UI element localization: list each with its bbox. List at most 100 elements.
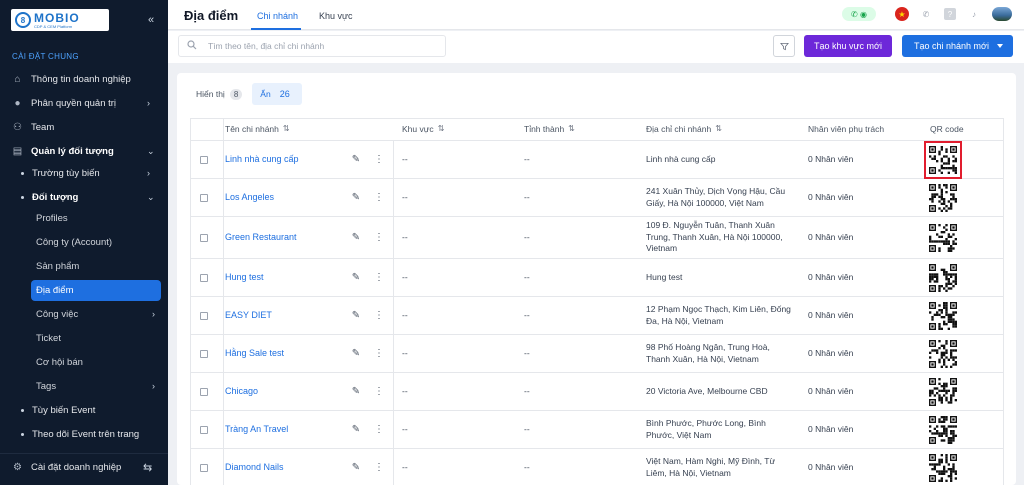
- column-header-name[interactable]: Tên chi nhánh ⇅: [225, 119, 290, 140]
- branch-name-link[interactable]: Hằng Sale test: [225, 347, 284, 359]
- qr-code[interactable]: [928, 263, 958, 293]
- create-branch-button[interactable]: Tạo chi nhánh mới: [902, 35, 1013, 57]
- sidebar-item-custom-event[interactable]: Tùy biến Event: [0, 399, 168, 421]
- more-vertical-icon[interactable]: ⋮: [372, 347, 386, 361]
- caret-down-icon[interactable]: [997, 44, 1003, 48]
- column-header-area[interactable]: Khu vực ⇅: [402, 119, 444, 140]
- pencil-icon[interactable]: ✎: [349, 153, 363, 167]
- filter-button[interactable]: [773, 35, 795, 57]
- qr-code-image: [929, 183, 957, 212]
- pencil-icon[interactable]: ✎: [349, 423, 363, 437]
- phone-icon[interactable]: ✆: [920, 7, 932, 21]
- sidebar-item-label: Trường tùy biến: [32, 167, 100, 179]
- sidebar-item-profiles[interactable]: Profiles: [0, 207, 168, 229]
- toggle-shown[interactable]: Hiển thị 8: [188, 83, 250, 105]
- sidebar-item-label: Quản lý đối tượng: [31, 145, 114, 157]
- sidebar-item-business-settings[interactable]: ⚙ Cài đặt doanh nghiệp ⇆: [0, 456, 168, 478]
- more-vertical-icon[interactable]: ⋮: [372, 423, 386, 437]
- sidebar-item-products[interactable]: Sản phẩm: [0, 255, 168, 277]
- more-vertical-icon[interactable]: ⋮: [372, 153, 386, 167]
- branch-name-cell: EASY DIET: [225, 297, 345, 334]
- qr-code[interactable]: [928, 453, 958, 483]
- phone-status-icon[interactable]: ✆ ◉: [842, 7, 876, 21]
- area-cell: --: [402, 191, 408, 202]
- sidebar-item-team[interactable]: ⚇ Team: [0, 116, 168, 138]
- column-divider: [223, 217, 224, 258]
- sidebar-item-ticket[interactable]: Ticket: [0, 327, 168, 349]
- qr-code[interactable]: [928, 223, 958, 253]
- branch-name-link[interactable]: Green Restaurant: [225, 231, 297, 243]
- row-checkbox[interactable]: [200, 349, 208, 358]
- pencil-icon[interactable]: ✎: [349, 347, 363, 361]
- tab-branches[interactable]: Chi nhánh: [257, 11, 298, 21]
- more-vertical-icon[interactable]: ⋮: [372, 191, 386, 205]
- pencil-icon[interactable]: ✎: [349, 191, 363, 205]
- sidebar-item-permissions[interactable]: ● Phân quyền quản trị ›: [0, 92, 168, 114]
- page-title: Địa điểm: [184, 8, 239, 23]
- bullet-icon: [21, 195, 24, 199]
- sidebar-item-custom-fields[interactable]: Trường tùy biến ›: [0, 162, 168, 184]
- pencil-icon[interactable]: ✎: [349, 309, 363, 323]
- sidebar-item-opportunities[interactable]: Cơ hội bán: [0, 351, 168, 373]
- sidebar-item-objects[interactable]: Đối tượng ⌄: [0, 186, 168, 208]
- row-checkbox[interactable]: [200, 193, 208, 202]
- tab-areas[interactable]: Khu vực: [319, 11, 353, 21]
- user-avatar[interactable]: [992, 7, 1012, 21]
- search-box: [178, 35, 446, 57]
- branch-name-link[interactable]: Diamond Nails: [225, 461, 284, 473]
- pencil-icon[interactable]: ✎: [349, 231, 363, 245]
- more-vertical-icon[interactable]: ⋮: [372, 231, 386, 245]
- more-vertical-icon[interactable]: ⋮: [372, 461, 386, 475]
- branch-name-link[interactable]: Los Angeles: [225, 191, 274, 203]
- search-input[interactable]: [208, 41, 438, 51]
- sidebar-item-tags[interactable]: Tags ›: [0, 375, 168, 397]
- column-header-province[interactable]: Tỉnh thành ⇅: [524, 119, 575, 140]
- create-area-button[interactable]: Tạo khu vực mới: [804, 35, 892, 57]
- province-cell: --: [524, 153, 530, 164]
- branch-name-link[interactable]: Hung test: [225, 271, 264, 283]
- row-checkbox[interactable]: [200, 311, 208, 320]
- pencil-icon[interactable]: ✎: [349, 385, 363, 399]
- gear-icon: ⚙: [13, 461, 22, 473]
- help-icon[interactable]: ?: [944, 8, 956, 20]
- more-vertical-icon[interactable]: ⋮: [372, 309, 386, 323]
- row-checkbox-cell: [200, 449, 208, 485]
- more-vertical-icon[interactable]: ⋮: [372, 271, 386, 285]
- sidebar-item-track-event[interactable]: Theo dõi Event trên trang: [0, 423, 168, 445]
- pencil-icon[interactable]: ✎: [349, 461, 363, 475]
- province-cell: --: [524, 347, 530, 358]
- row-checkbox[interactable]: [200, 463, 208, 472]
- mobio-logo[interactable]: 8 MOBIO CDP & CEM Platform: [11, 9, 109, 31]
- branch-name-link[interactable]: Linh nhà cung cấp: [225, 153, 299, 165]
- qr-code[interactable]: [928, 339, 958, 369]
- column-header-address[interactable]: Địa chỉ chi nhánh ⇅: [646, 119, 722, 140]
- sidebar-item-object-management[interactable]: ▤ Quản lý đối tượng ⌄: [0, 140, 168, 162]
- pencil-icon[interactable]: ✎: [349, 271, 363, 285]
- collapse-sidebar-icon[interactable]: «: [148, 14, 154, 26]
- sidebar-item-company[interactable]: Công ty (Account): [0, 231, 168, 253]
- row-checkbox[interactable]: [200, 233, 208, 242]
- sidebar-item-tasks[interactable]: Công việc ›: [0, 303, 168, 325]
- area-cell: --: [402, 309, 408, 320]
- qr-code[interactable]: [928, 415, 958, 445]
- bell-icon[interactable]: ♪: [968, 7, 980, 21]
- branch-name-link[interactable]: Tràng An Travel: [225, 423, 288, 435]
- more-vertical-icon[interactable]: ⋮: [372, 385, 386, 399]
- qr-code[interactable]: [928, 377, 958, 407]
- sidebar-item-business-info[interactable]: ⌂ Thông tin doanh nghiệp: [0, 68, 168, 90]
- branch-name-link[interactable]: Chicago: [225, 385, 258, 397]
- province-cell: --: [524, 191, 530, 202]
- qr-code[interactable]: [928, 183, 958, 213]
- database-icon: ▤: [12, 145, 23, 157]
- qr-code[interactable]: [928, 301, 958, 331]
- qr-code[interactable]: [924, 140, 962, 179]
- row-checkbox[interactable]: [200, 273, 208, 282]
- branch-name-link[interactable]: EASY DIET: [225, 309, 272, 321]
- row-checkbox[interactable]: [200, 425, 208, 434]
- swap-arrows-icon[interactable]: ⇆: [143, 461, 152, 474]
- vietnam-flag-icon[interactable]: ★: [895, 7, 909, 21]
- row-checkbox[interactable]: [200, 155, 208, 164]
- row-checkbox[interactable]: [200, 387, 208, 396]
- toggle-hidden[interactable]: Ẩn 26: [252, 83, 302, 105]
- sidebar-item-locations[interactable]: Địa điểm: [0, 279, 168, 301]
